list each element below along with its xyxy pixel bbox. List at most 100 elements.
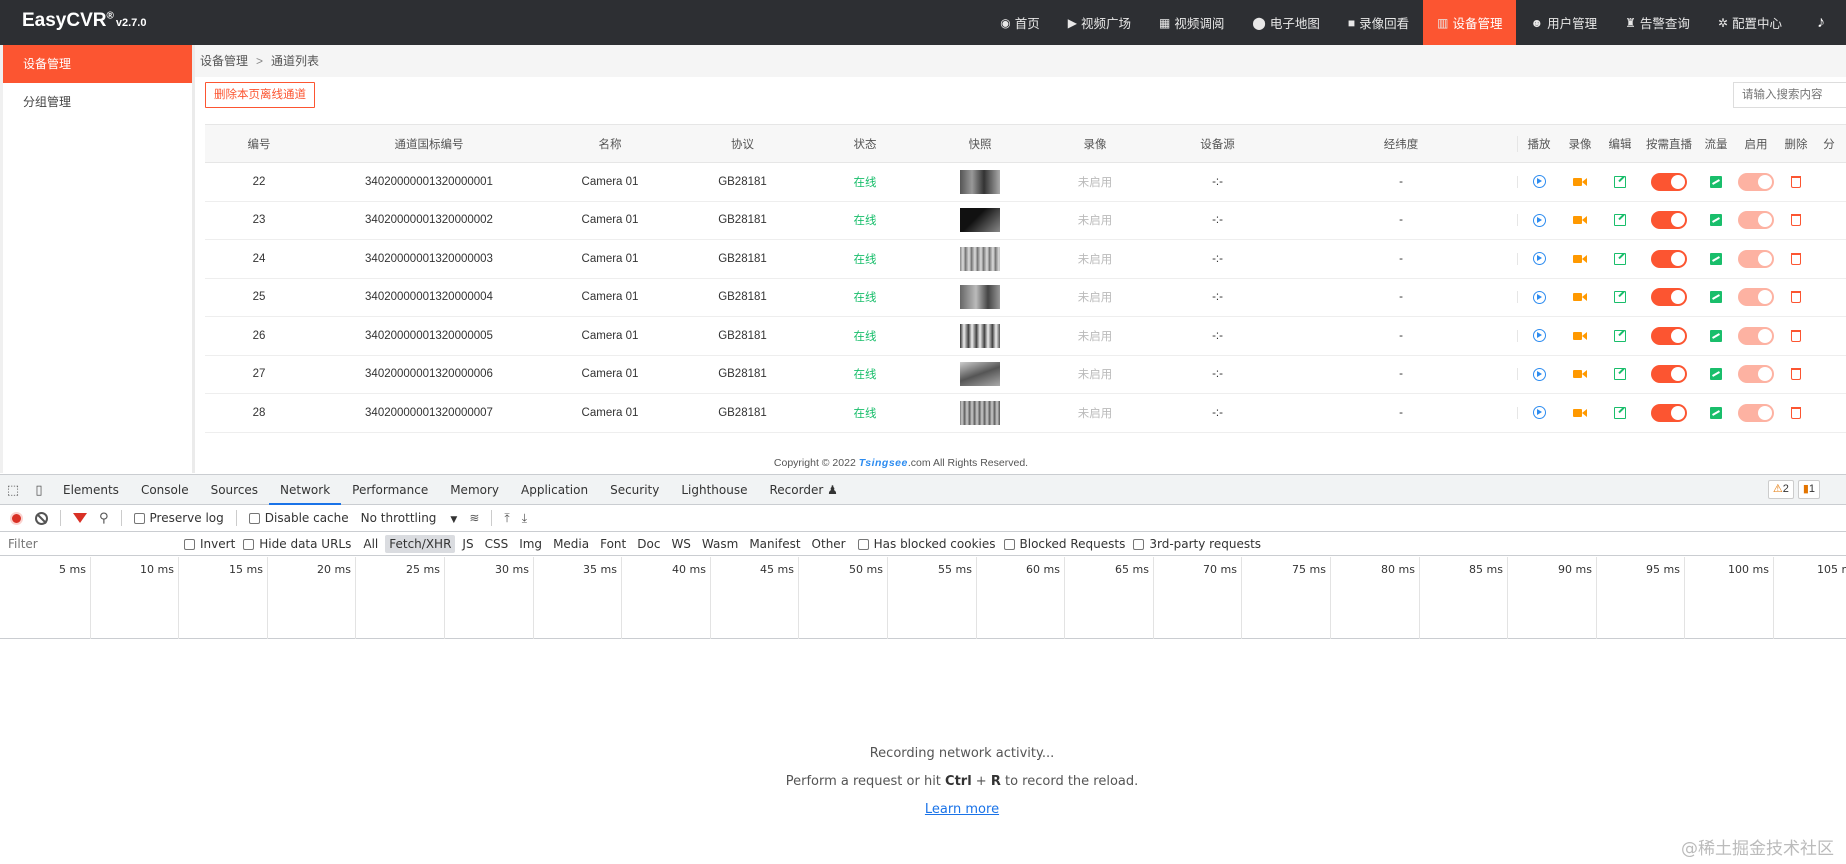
checkbox-box[interactable]	[184, 538, 195, 550]
devtools-tab[interactable]: Network	[269, 475, 342, 505]
import-har-icon[interactable]: ⤒	[504, 511, 509, 526]
type-filter-button[interactable]: Doc	[633, 535, 664, 553]
search-input[interactable]	[1733, 82, 1846, 108]
video-camera-icon[interactable]	[1573, 177, 1587, 187]
edit-icon[interactable]	[1614, 406, 1626, 419]
snapshot-thumbnail[interactable]	[960, 208, 1000, 233]
snapshot-thumbnail[interactable]	[960, 362, 1000, 387]
filter-icon[interactable]	[73, 513, 87, 523]
checkbox-box[interactable]	[857, 538, 869, 550]
play-icon[interactable]	[1532, 252, 1546, 266]
devtools-tab[interactable]: Sources	[200, 475, 269, 505]
type-filter-button[interactable]: All	[359, 535, 382, 553]
snapshot-thumbnail[interactable]	[960, 285, 1000, 310]
video-camera-icon[interactable]	[1573, 254, 1587, 264]
column-header[interactable]: 播放	[1518, 136, 1560, 152]
third-party-checkbox[interactable]: 3rd-party requests	[1133, 537, 1261, 551]
learn-more-link[interactable]: Learn more	[925, 802, 999, 817]
trash-icon[interactable]	[1791, 406, 1801, 419]
warnings-badge[interactable]: ⚠2	[1767, 480, 1794, 499]
trash-icon[interactable]	[1791, 252, 1801, 265]
app-logo[interactable]: EasyCVR®v2.7.0	[22, 10, 146, 32]
nav-item-5[interactable]: ▥ 设备管理	[1423, 0, 1517, 45]
enable-toggle[interactable]	[1738, 365, 1774, 384]
traffic-chart-icon[interactable]	[1710, 406, 1722, 419]
on-demand-live-toggle[interactable]	[1651, 249, 1687, 268]
column-header[interactable]: 名称	[545, 136, 675, 152]
traffic-chart-icon[interactable]	[1710, 329, 1722, 342]
play-icon[interactable]	[1532, 213, 1546, 227]
sidebar-item-group-management[interactable]: 分组管理	[3, 83, 192, 121]
video-camera-icon[interactable]	[1573, 292, 1587, 302]
devtools-tab[interactable]: Security	[599, 475, 670, 505]
edit-icon[interactable]	[1614, 175, 1626, 188]
trash-icon[interactable]	[1791, 368, 1801, 381]
traffic-chart-icon[interactable]	[1710, 252, 1722, 265]
column-header[interactable]: 经纬度	[1285, 135, 1518, 152]
video-camera-icon[interactable]	[1573, 215, 1587, 225]
network-timeline-overview[interactable]: 5 ms 10 ms 15 ms 20 ms 25 ms 30 ms 35 ms 40 ms 4…	[0, 557, 1846, 639]
snapshot-thumbnail[interactable]	[960, 246, 1000, 271]
devtools-tab[interactable]: Recorder ♟	[759, 475, 849, 505]
column-header[interactable]: 状态	[810, 136, 920, 152]
on-demand-live-toggle[interactable]	[1651, 172, 1687, 191]
filter-input[interactable]	[2, 533, 172, 554]
type-filter-button[interactable]: Font	[596, 535, 630, 553]
play-icon[interactable]	[1532, 175, 1546, 189]
column-header[interactable]: 录像	[1040, 136, 1150, 152]
snapshot-thumbnail[interactable]	[960, 323, 1000, 348]
column-header[interactable]: 按需直播	[1640, 136, 1698, 152]
column-header[interactable]: 录像	[1560, 136, 1600, 152]
nav-item-6[interactable]: ☻ 用户管理	[1516, 0, 1611, 45]
trash-icon[interactable]	[1791, 214, 1801, 227]
column-header[interactable]: 流量	[1698, 136, 1734, 152]
column-header[interactable]: 快照	[920, 136, 1040, 152]
checkbox-box[interactable]	[133, 513, 145, 524]
nav-item-2[interactable]: ▦ 视频调阅	[1145, 0, 1238, 45]
column-header[interactable]: 编辑	[1600, 136, 1640, 152]
devtools-tab[interactable]: Lighthouse	[670, 475, 758, 505]
type-filter-button[interactable]: WS	[667, 535, 694, 553]
sidebar-item-device-management[interactable]: 设备管理	[3, 45, 192, 83]
checkbox-box[interactable]	[1003, 538, 1015, 550]
traffic-chart-icon[interactable]	[1710, 175, 1722, 188]
device-toolbar-icon[interactable]: ▯	[26, 482, 52, 498]
throttling-select[interactable]: No throttling ▼	[361, 511, 458, 525]
type-filter-button[interactable]: Fetch/XHR	[385, 534, 456, 553]
nav-item-8[interactable]: ✲ 配置中心	[1704, 0, 1796, 45]
delete-offline-channels-button[interactable]: 删除本页离线通道	[205, 82, 315, 108]
search-icon[interactable]: ⚲	[99, 511, 109, 526]
column-header[interactable]: 删除	[1778, 136, 1814, 152]
export-har-icon[interactable]: ⤓	[522, 511, 527, 526]
trash-icon[interactable]	[1791, 175, 1801, 188]
enable-toggle[interactable]	[1738, 288, 1774, 307]
video-camera-icon[interactable]	[1573, 408, 1587, 418]
devtools-tab[interactable]: Memory	[439, 475, 510, 505]
nav-item-7[interactable]: ♜ 告警查询	[1611, 0, 1704, 45]
play-icon[interactable]	[1532, 406, 1546, 420]
blocked-cookies-checkbox[interactable]: Has blocked cookies	[857, 537, 996, 551]
type-filter-button[interactable]: CSS	[481, 535, 513, 553]
play-icon[interactable]	[1532, 290, 1546, 304]
column-header[interactable]: 通道国标编号	[313, 136, 545, 152]
on-demand-live-toggle[interactable]	[1651, 365, 1687, 384]
hide-data-urls-checkbox[interactable]: Hide data URLs	[243, 537, 351, 551]
checkbox-box[interactable]	[1133, 538, 1145, 550]
nav-item-0[interactable]: ◉ 首页	[986, 0, 1054, 45]
nav-item-3[interactable]: ⬤ 电子地图	[1238, 0, 1333, 45]
snapshot-thumbnail[interactable]	[960, 169, 1000, 194]
traffic-chart-icon[interactable]	[1710, 291, 1722, 304]
column-header[interactable]: 分	[1814, 136, 1844, 152]
brand-link[interactable]: Tsingsee	[859, 457, 908, 469]
enable-toggle[interactable]	[1738, 249, 1774, 268]
on-demand-live-toggle[interactable]	[1651, 403, 1687, 422]
breadcrumb-root[interactable]: 设备管理	[200, 54, 248, 68]
on-demand-live-toggle[interactable]	[1651, 288, 1687, 307]
column-header[interactable]: 协议	[675, 136, 810, 152]
type-filter-button[interactable]: JS	[458, 535, 477, 553]
type-filter-button[interactable]: Media	[549, 535, 593, 553]
type-filter-button[interactable]: Img	[515, 535, 546, 553]
traffic-chart-icon[interactable]	[1710, 214, 1722, 227]
notification-bell-icon[interactable]: ♪	[1796, 0, 1846, 45]
snapshot-thumbnail[interactable]	[960, 400, 1000, 425]
